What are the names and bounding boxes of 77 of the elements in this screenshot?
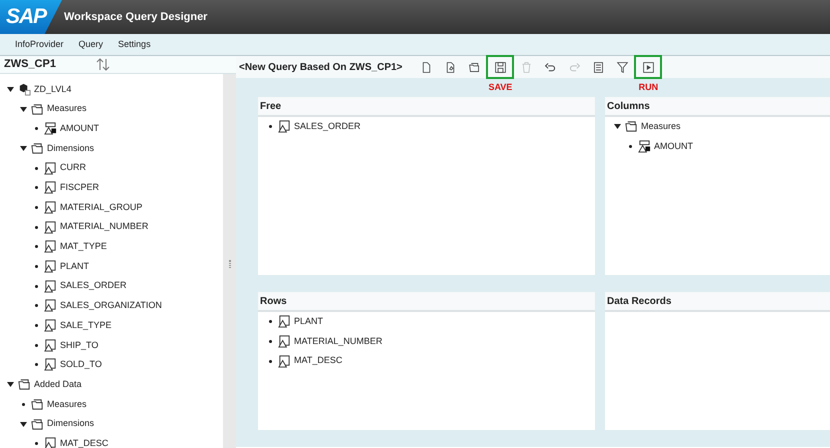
tree-item-label[interactable]: MATERIAL_GROUP xyxy=(60,200,142,214)
sort-icon[interactable] xyxy=(96,58,110,71)
provider-title: ZWS_CP1 xyxy=(4,57,56,72)
tree-item-label[interactable]: AMOUNT xyxy=(60,122,99,136)
save-icon xyxy=(494,60,507,74)
expand-arrow-icon[interactable] xyxy=(20,106,27,112)
tree-item-label[interactable]: Measures xyxy=(47,398,87,412)
dimension-icon xyxy=(44,240,57,254)
tree-item-label[interactable]: SALES_ORGANIZATION xyxy=(60,299,162,313)
folder-icon xyxy=(31,102,44,116)
tree-item-label[interactable]: SALES_ORDER xyxy=(294,120,361,134)
annotation-label: RUN xyxy=(638,81,658,94)
dimension-icon xyxy=(44,220,57,234)
cube-icon xyxy=(18,82,31,96)
measure-icon xyxy=(44,122,57,136)
dimension-icon xyxy=(278,315,291,328)
tree-item-label[interactable]: PLANT xyxy=(294,315,324,329)
tree-item-label[interactable]: AMOUNT xyxy=(654,140,693,154)
tree-item-label[interactable]: CURR xyxy=(60,161,86,175)
tree-item-label[interactable]: Measures xyxy=(47,102,87,116)
folder-icon xyxy=(31,418,44,431)
undo-icon xyxy=(544,60,557,74)
tree-item-label[interactable]: ZD_LVL4 xyxy=(34,82,72,96)
tree-item-label[interactable]: SOLD_TO xyxy=(60,358,102,372)
tree-item-label[interactable]: MATERIAL_NUMBER xyxy=(60,220,148,234)
dimension-icon xyxy=(44,319,57,332)
dimension-icon xyxy=(44,162,57,175)
expand-arrow-icon[interactable] xyxy=(614,124,621,130)
tree-item-label[interactable]: SHIP_TO xyxy=(60,338,98,352)
menu-item[interactable]: InfoProvider xyxy=(15,38,64,52)
menu-item[interactable]: Settings xyxy=(118,38,151,52)
list-icon xyxy=(592,60,605,74)
tree-item-label[interactable]: MAT_TYPE xyxy=(60,240,107,254)
dimension-icon xyxy=(44,260,57,274)
tree-item-label[interactable]: Measures xyxy=(641,120,681,134)
tree-item-label[interactable]: Added Data xyxy=(34,378,82,392)
delete-icon xyxy=(520,60,533,74)
tree-item-label[interactable]: SALES_ORDER xyxy=(60,279,127,293)
sap-logo: SAP xyxy=(0,0,62,34)
tree-item-label[interactable]: MATERIAL_NUMBER xyxy=(294,334,382,348)
menu-item[interactable]: Query xyxy=(78,38,104,52)
folder-icon xyxy=(31,142,44,155)
dimension-icon xyxy=(44,181,57,194)
annotation-label: SAVE xyxy=(488,81,512,94)
tree-item-label[interactable]: Dimensions xyxy=(47,142,94,156)
dimension-icon xyxy=(44,299,57,312)
dimension-icon xyxy=(278,120,291,134)
redo-icon xyxy=(568,60,581,74)
expand-arrow-icon[interactable] xyxy=(20,422,27,427)
tree-item-label[interactable]: Dimensions xyxy=(47,417,94,431)
dimension-icon xyxy=(44,358,57,372)
expand-arrow-icon[interactable] xyxy=(20,146,27,151)
tree-item-label[interactable]: SALE_TYPE xyxy=(60,318,112,332)
tree-item-label[interactable]: PLANT xyxy=(60,260,90,274)
dimension-icon xyxy=(278,335,291,348)
panel-title: Free xyxy=(258,97,595,117)
folder-icon xyxy=(468,60,481,74)
folder-icon xyxy=(18,378,31,392)
run-icon xyxy=(642,60,655,74)
panel-title: Columns xyxy=(605,97,830,117)
tree-item-label[interactable]: FISCPER xyxy=(60,181,100,195)
panel-title: Data Records xyxy=(605,292,830,312)
app-title: Workspace Query Designer xyxy=(64,10,208,25)
folder-icon xyxy=(625,120,638,134)
filter-icon xyxy=(616,60,629,74)
dimension-icon xyxy=(44,200,57,214)
expand-arrow-icon[interactable] xyxy=(7,382,14,388)
measure-icon xyxy=(638,140,651,154)
expand-arrow-icon[interactable] xyxy=(7,86,14,92)
tree-item-label[interactable]: MAT_DESC xyxy=(60,436,108,448)
dimension-icon xyxy=(44,280,57,293)
dimension-icon xyxy=(44,338,57,352)
panel-title: Rows xyxy=(258,292,595,312)
folder-icon xyxy=(31,398,44,411)
query-title: <New Query Based On ZWS_CP1> xyxy=(239,60,402,74)
dimension-icon xyxy=(278,354,291,368)
tree-item-label[interactable]: MAT_DESC xyxy=(294,354,342,368)
